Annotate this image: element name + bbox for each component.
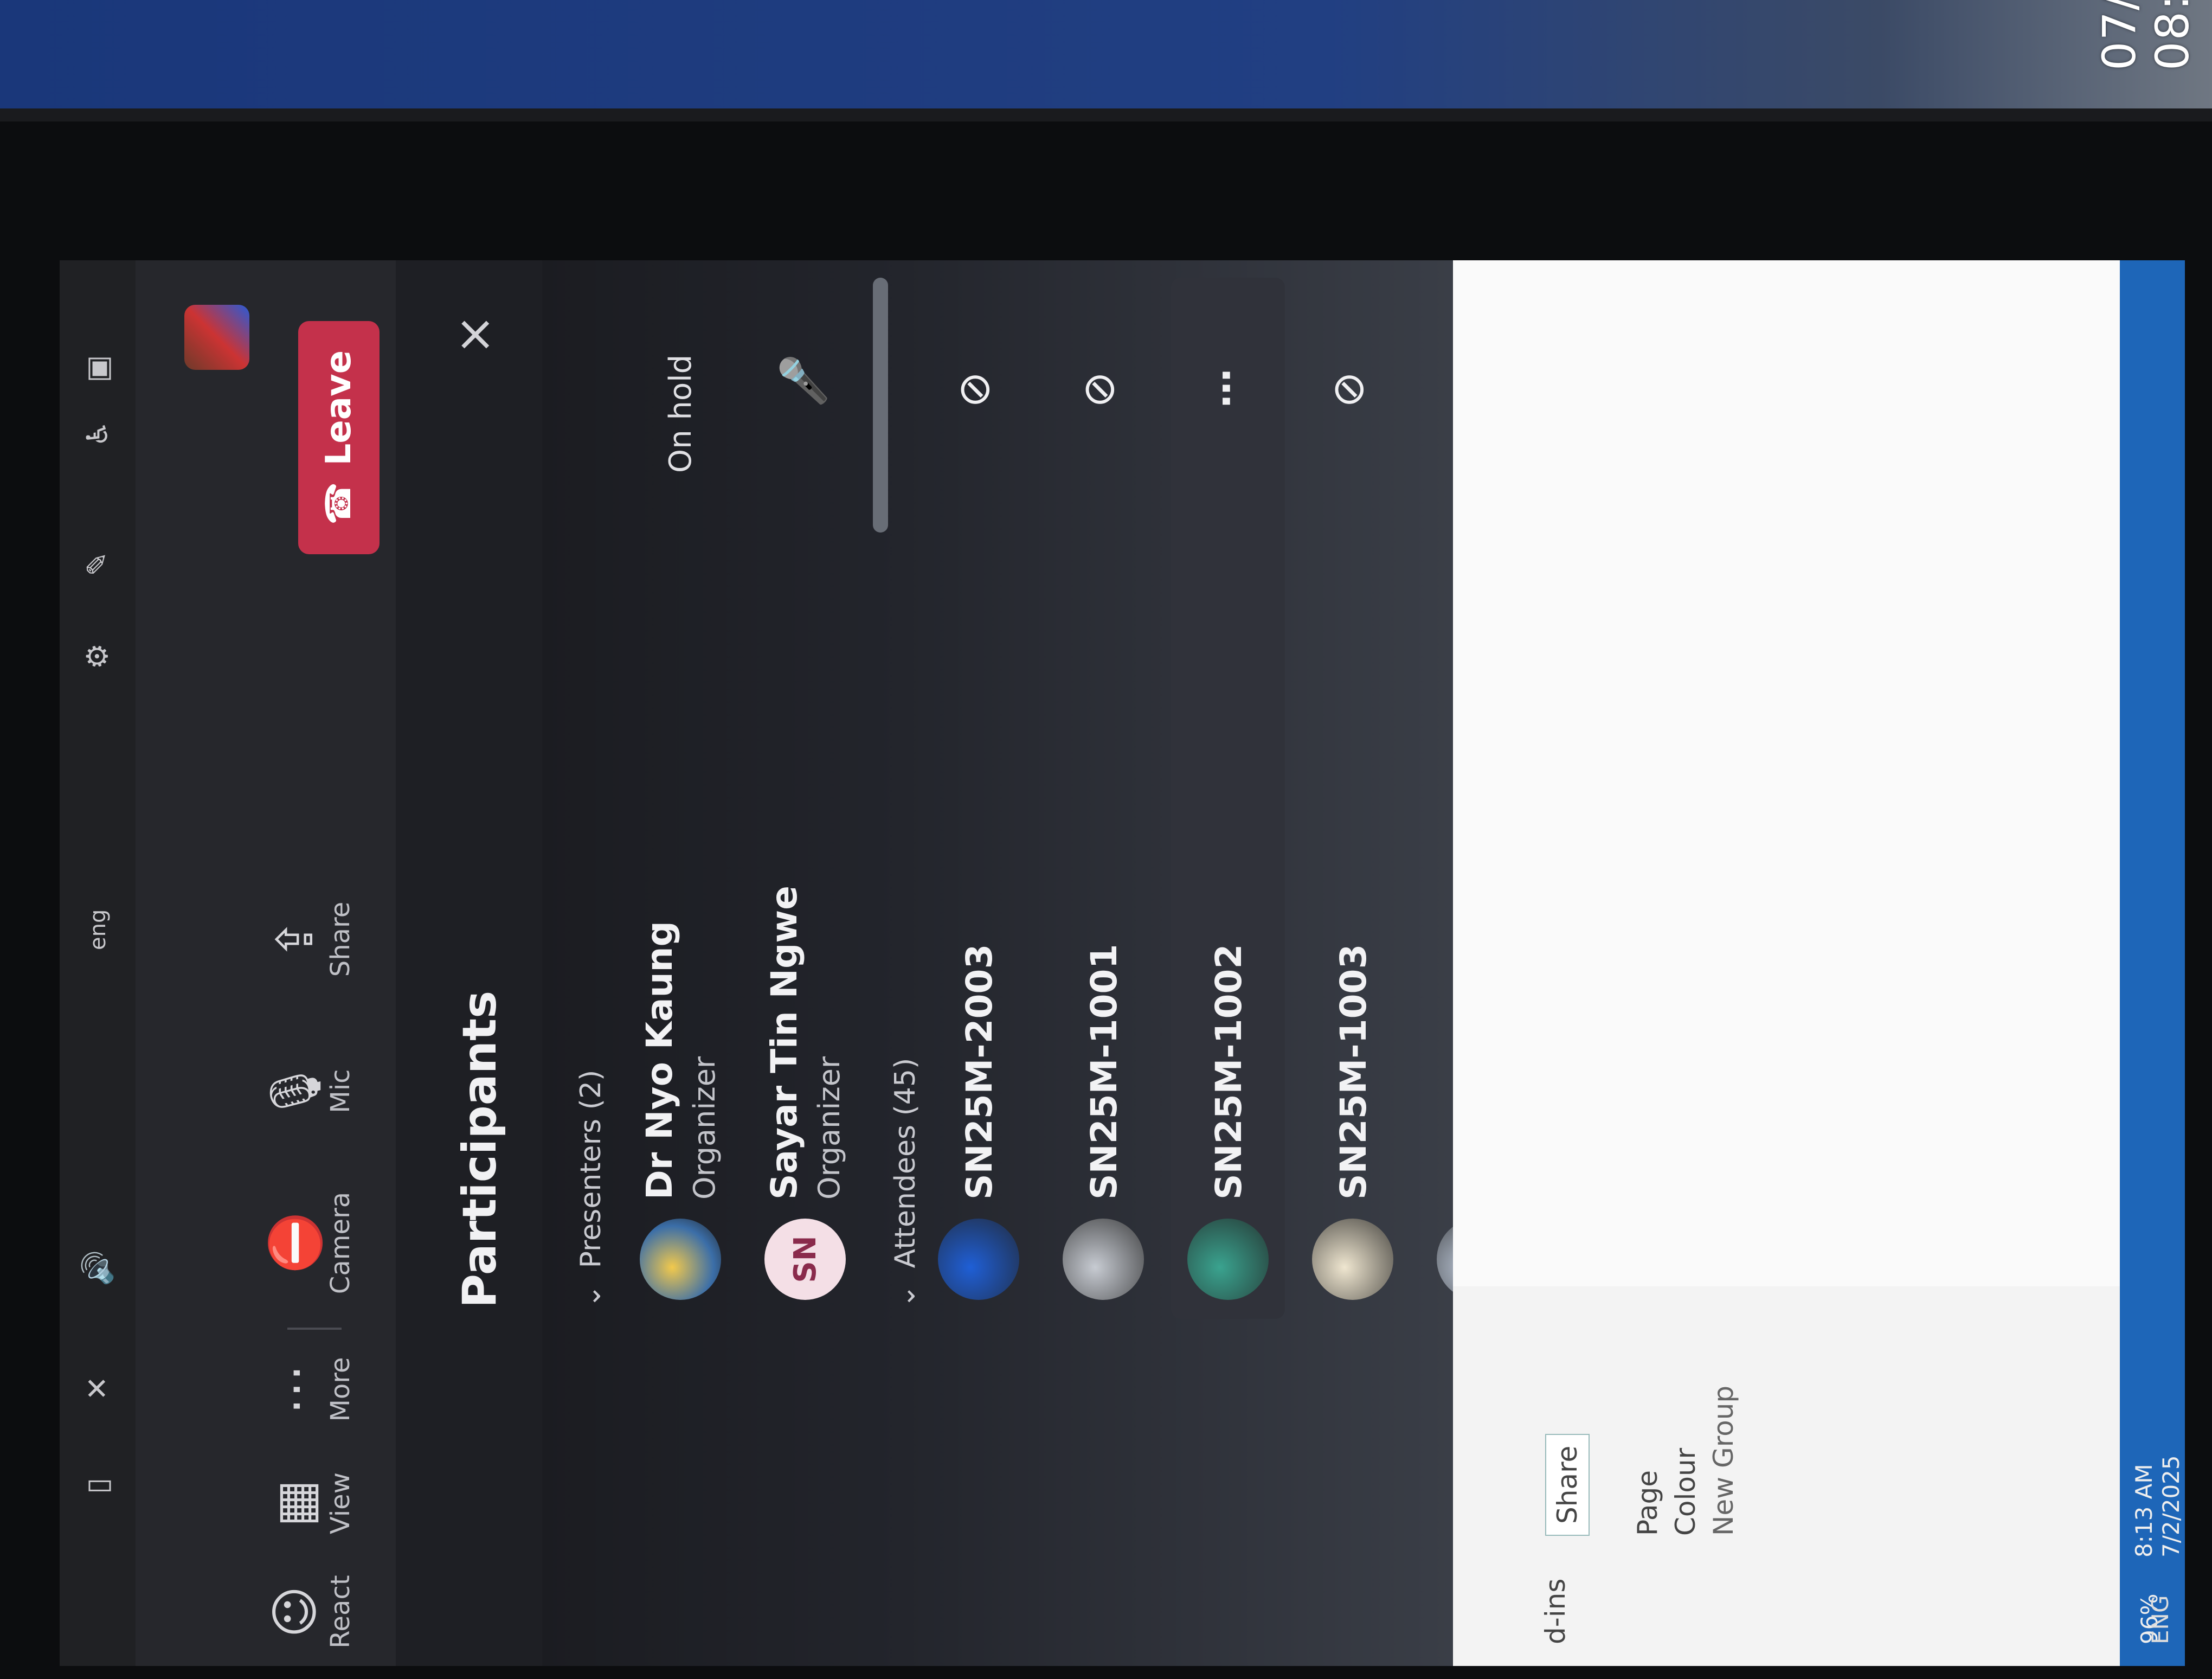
mic-muted-icon: ⊘ [949,371,999,408]
leave-button[interactable]: ☎ Leave [298,321,380,554]
ellipsis-icon: ⋯ [266,1364,324,1414]
avatar: SN [764,1219,846,1300]
grid-icon: ▦ [266,1479,324,1527]
attendees-section-header[interactable]: ⌄Attendees (45) [889,1058,922,1308]
panel-title: Participants [453,990,507,1308]
participant-row[interactable]: SN Sayar Tin Ngwe Organizer 🎤 [748,278,862,1319]
participants-list: ⌄Presenters (2) Dr Nyo Kaung Organizer O… [542,260,2142,1666]
participant-name: SN25M-1001 [1083,944,1125,1200]
share-icon: ⇪ [266,918,324,960]
page-colour-label-2[interactable]: Colour [1670,1448,1701,1536]
mic-off-icon: 🎙 [266,1059,324,1123]
participant-role: Organizer [687,1056,722,1200]
phone-hangup-icon: ☎ [319,482,359,526]
mic-muted-icon: ⊘ [1323,371,1373,408]
chevron-down-icon: ⌄ [575,1284,607,1308]
settings-icon[interactable]: ⚙ [80,639,115,674]
share-ribbon-button[interactable]: Share [1545,1433,1590,1536]
participant-row[interactable]: SN25M-1002 ⋯ [1171,278,1285,1319]
camera-button[interactable]: ⛔ Camera [266,1189,356,1297]
tray-language: ENG [2147,1595,2174,1644]
status-text: On hold [663,354,698,473]
photo-timestamp: 07/02/2025 08:13 [2093,0,2199,71]
new-group-label: New Group [1708,1385,1739,1536]
avatar [938,1219,1019,1300]
smiley-icon: ☺ [266,1586,324,1638]
participant-name: Dr Nyo Kaung [639,921,680,1200]
avatar [1312,1219,1393,1300]
participant-row[interactable]: SN25M-1003 ⊘ [1296,278,1410,1319]
presenters-section-header[interactable]: ⌄Presenters (2) [575,1070,607,1308]
mic-button[interactable]: 🎙 Mic [266,1037,356,1145]
avatar [1187,1219,1269,1300]
chevron-down-icon: ⌄ [889,1284,922,1308]
participant-row[interactable]: SN25M-2003 ⊘ [922,278,1036,1319]
mic-muted-icon: ⊘ [1073,371,1124,408]
battery-icon[interactable]: ▯ [80,1469,115,1503]
app-icon[interactable]: ▣ [80,351,115,386]
meeting-toolbar: ☺ React ▦ View ⋯ More ⛔ Camera 🎙 Mic ⇪ S… [136,260,396,1666]
view-button[interactable]: ▦ View [266,1449,356,1558]
more-options-icon[interactable]: ⋯ [1204,369,1249,408]
tray-time: 8:13 AM [2131,1464,2157,1558]
avatar [1063,1219,1144,1300]
language-indicator[interactable]: eng [86,909,111,950]
word-ribbon: d-ins Share Page Colour New Group [1453,1286,2185,1666]
windows-taskbar: ▣ ♿ ✎ ⚙ eng 🔊 ✕ ▯ [60,260,137,1666]
camera-off-icon: ⛔ [266,1212,324,1274]
page-colour-label[interactable]: Page [1632,1470,1663,1536]
react-button[interactable]: ☺ React [266,1558,356,1666]
toolbar-divider [287,1328,342,1330]
share-button[interactable]: ⇪ Share [266,885,356,994]
participant-row[interactable]: Dr Nyo Kaung Organizer On hold [623,278,737,1319]
more-button[interactable]: ⋯ More [266,1335,356,1444]
close-icon[interactable]: × [446,310,503,359]
participants-header: Participants × [396,260,544,1666]
network-icon[interactable]: ✕ [80,1371,115,1406]
mic-icon: 🎤 [778,354,828,408]
app-logo-icon [184,305,249,370]
rotated-desktop: ▣ ♿ ✎ ⚙ eng 🔊 ✕ ▯ ☺ React ▦ View ⋯ More … [60,260,2185,1666]
participant-role: Organizer [812,1056,846,1200]
participant-name: SN25M-1002 [1208,944,1250,1200]
app-logo [136,305,249,370]
participant-name: SN25M-2003 [959,944,1000,1200]
word-window: d-ins Share Page Colour New Group 96% EN… [1453,260,2185,1666]
volume-icon[interactable]: 🔊 [80,1250,115,1286]
tray-date: 7/2/2025 [2158,1455,2184,1558]
participant-name: Sayar Tin Ngwe [763,886,805,1200]
pen-icon[interactable]: ✎ [80,547,115,581]
addins-label: d-ins [1540,1578,1571,1644]
laptop-screen: ▣ ♿ ✎ ⚙ eng 🔊 ✕ ▯ ☺ React ▦ View ⋯ More … [60,260,2185,1666]
accessibility-icon[interactable]: ♿ [80,416,115,451]
participant-name: SN25M-1003 [1333,944,1374,1200]
scrollbar[interactable] [873,278,888,533]
participant-row[interactable]: SN25M-1001 ⊘ [1046,278,1160,1319]
avatar [640,1219,721,1300]
